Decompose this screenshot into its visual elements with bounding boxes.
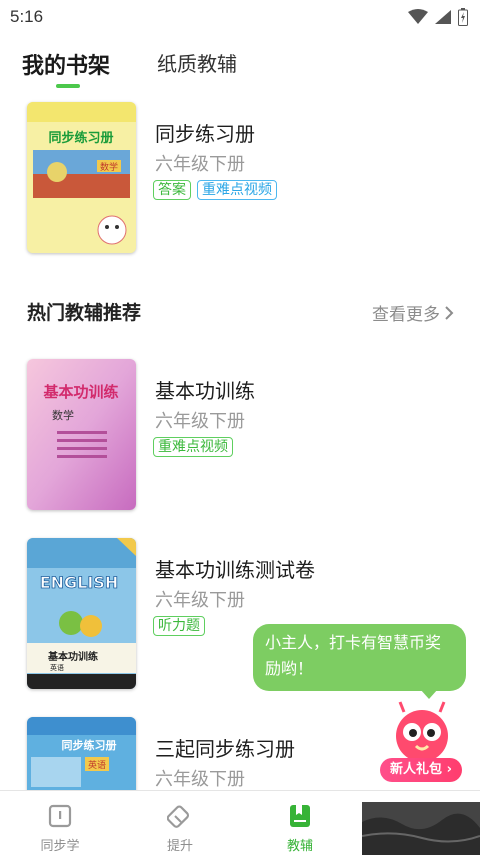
book-grade: 六年级下册 xyxy=(155,590,245,611)
nav-label: 同步学 xyxy=(40,839,80,854)
checkin-bubble[interactable]: 小主人，打卡有智慧币奖励哟！ xyxy=(253,624,466,691)
wifi-icon xyxy=(408,9,428,24)
floating-video-thumbnail[interactable] xyxy=(362,802,480,855)
tab-paper-books[interactable]: 纸质教辅 xyxy=(157,48,237,77)
cover-title: 同步练习册 xyxy=(48,130,113,146)
book-grade: 六年级下册 xyxy=(155,769,245,790)
tag-row: 听力题 xyxy=(153,616,205,636)
cover-subject: 英语 xyxy=(50,663,64,672)
section-header: 热门教辅推荐 查看更多 xyxy=(0,298,480,328)
book-icon xyxy=(48,804,72,828)
nav-sync-learn[interactable]: 同步学 xyxy=(10,791,110,855)
cover-title: 同步练习册 xyxy=(62,738,117,752)
book-grade: 六年级下册 xyxy=(155,154,245,175)
nav-textbook[interactable]: 教辅 xyxy=(250,791,350,855)
bubble-tail xyxy=(420,689,438,699)
book-grade: 六年级下册 xyxy=(155,411,245,432)
chevron-right-icon xyxy=(445,305,454,320)
top-tabs: 我的书架 纸质教辅 xyxy=(0,40,480,90)
status-bar: 5:16 xyxy=(0,0,480,34)
book-cover: 基本功训练 数学 xyxy=(27,359,136,510)
see-more-label: 查看更多 xyxy=(372,305,440,325)
tag-video[interactable]: 重难点视频 xyxy=(153,437,233,457)
tag-row: 答案 重难点视频 xyxy=(153,180,277,200)
battery-icon xyxy=(458,8,468,26)
recommended-book-card[interactable]: 基本功训练 数学 基本功训练 六年级下册 重难点视频 xyxy=(0,359,480,514)
tab-my-shelf[interactable]: 我的书架 xyxy=(22,48,110,80)
status-icons xyxy=(408,8,468,26)
signal-icon xyxy=(435,10,451,24)
eraser-icon xyxy=(167,805,190,828)
cover-subject: 数学 xyxy=(52,408,74,422)
cover-subtitle: 基本功训练 xyxy=(47,650,98,663)
section-title: 热门教辅推荐 xyxy=(27,302,142,324)
cover-title: 基本功训练 xyxy=(42,383,118,401)
tag-listening[interactable]: 听力题 xyxy=(153,616,205,636)
tag-answer[interactable]: 答案 xyxy=(153,180,191,200)
book-cover: 同步练习册 数学 xyxy=(27,102,136,253)
see-more-link[interactable]: 查看更多 xyxy=(372,300,454,325)
cover-subject: 英语 xyxy=(88,759,106,771)
tag-row: 重难点视频 xyxy=(153,437,233,457)
cover-subject: 数学 xyxy=(100,161,118,173)
nav-label: 教辅 xyxy=(286,839,313,854)
tab-indicator xyxy=(56,84,80,88)
book-title: 三起同步练习册 xyxy=(155,737,295,761)
tag-video[interactable]: 重难点视频 xyxy=(197,180,277,200)
status-time: 5:16 xyxy=(10,7,44,26)
bookmark-book-icon xyxy=(290,805,310,827)
nav-improve[interactable]: 提升 xyxy=(130,791,230,855)
gift-label-text: 新人礼包 xyxy=(390,762,443,777)
new-user-gift-button[interactable]: 新人礼包 › xyxy=(380,700,464,784)
gift-label: 新人礼包 › xyxy=(380,758,462,782)
nav-label: 提升 xyxy=(166,839,193,854)
bottom-nav: 同步学 提升 教辅 xyxy=(0,790,480,855)
mascot-icon xyxy=(392,701,452,764)
shelf-book-card[interactable]: 同步练习册 数学 同步练习册 六年级下册 答案 重难点视频 xyxy=(0,102,480,257)
cover-title: ENGLISH xyxy=(40,573,119,592)
book-title: 基本功训练测试卷 xyxy=(155,558,315,582)
book-title: 同步练习册 xyxy=(155,122,255,146)
book-cover: ENGLISH 基本功训练 英语 xyxy=(27,538,136,689)
book-title: 基本功训练 xyxy=(155,379,255,403)
